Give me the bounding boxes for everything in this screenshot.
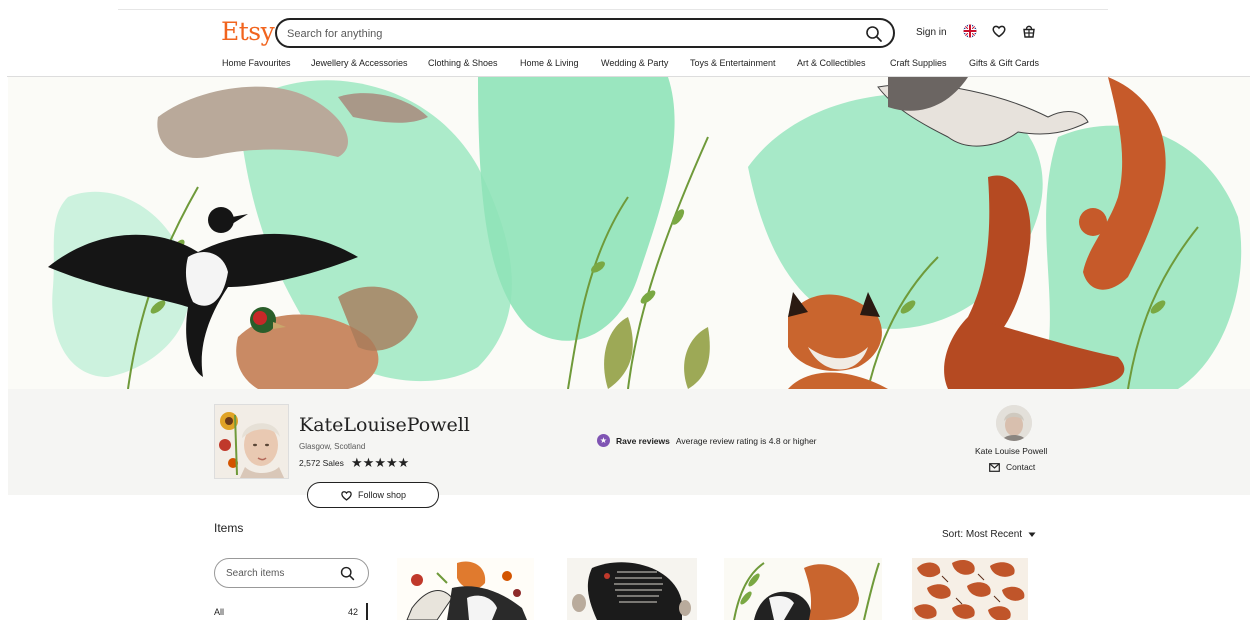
nav-item-art[interactable]: Art & Collectibles [797,58,866,68]
category-all-count: 42 [348,607,359,617]
star-icon: ★ [374,455,386,470]
rating-stars: ★★★★★ [351,455,409,471]
heart-icon [341,490,352,501]
nav-item-wedding[interactable]: Wedding & Party [601,58,668,68]
listing-thumbnail[interactable] [567,558,697,620]
owner-name: Kate Louise Powell [975,446,1048,456]
caret-down-icon [1028,532,1036,537]
items-heading: Items [214,521,244,535]
search-icon [340,566,355,581]
sort-dropdown[interactable]: Sort: Most Recent [942,529,1036,540]
nav-item-clothing[interactable]: Clothing & Shoes [428,58,498,68]
item-search-button[interactable] [339,565,356,582]
item-search-bar[interactable] [214,558,369,588]
category-all[interactable]: All [214,607,224,617]
category-selected-indicator [366,603,368,620]
listing-thumbnail[interactable] [724,558,882,620]
nav-item-gifts[interactable]: Gifts & Gift Cards [969,58,1039,68]
heart-icon[interactable] [991,23,1007,39]
nav-item-home-favourites[interactable]: Home Favourites [222,58,291,68]
star-icon: ★ [362,455,375,470]
listing-thumbnail[interactable] [912,558,1028,620]
item-search-input[interactable] [226,566,336,581]
shop-name: KateLouisePowell [299,414,470,436]
top-divider [118,9,1108,10]
etsy-logo[interactable]: Etsy [221,17,275,46]
search-button[interactable] [864,24,884,44]
sort-label: Sort: Most Recent [942,529,1023,540]
follow-shop-button[interactable]: Follow shop [307,482,439,508]
star-icon: ★ [351,455,363,470]
rave-reviews-badge: ★ Rave reviews Average review rating is … [597,434,817,447]
search-bar[interactable] [275,18,895,48]
search-input[interactable] [287,25,847,43]
follow-shop-label: Follow shop [357,490,407,500]
search-icon [866,26,882,42]
nav-item-toys[interactable]: Toys & Entertainment [690,58,776,68]
rave-star-icon: ★ [597,434,610,447]
shop-banner [8,77,1250,389]
nav-item-jewellery[interactable]: Jewellery & Accessories [311,58,408,68]
rave-title: Rave reviews [616,435,670,446]
owner-avatar[interactable] [996,405,1032,441]
rave-text: Average review rating is 4.8 or higher [675,435,817,446]
shop-location: Glasgow, Scotland [299,442,366,451]
shop-avatar[interactable] [214,404,289,479]
category-nav: Home Favourites Jewellery & Accessories … [0,58,1250,72]
listing-thumbnail[interactable] [397,558,534,620]
contact-label: Contact [1006,462,1036,472]
star-icon: ★ [397,455,410,470]
contact-link[interactable]: Contact [989,462,1035,472]
sign-in-link[interactable]: Sign in [916,27,947,38]
mail-icon [989,462,1000,472]
nav-item-craft-supplies[interactable]: Craft Supplies [890,58,947,68]
uk-flag-icon[interactable] [962,23,978,39]
star-icon: ★ [385,455,398,470]
shop-sales[interactable]: 2,572 Sales [299,458,344,468]
basket-icon[interactable] [1021,23,1037,39]
nav-item-home-living[interactable]: Home & Living [520,58,579,68]
